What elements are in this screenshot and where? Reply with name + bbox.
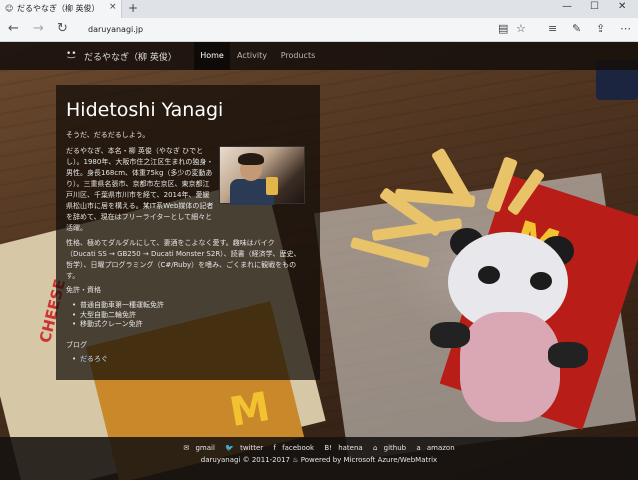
- list-item: 普通自動車第一種運転免許: [72, 301, 164, 311]
- facebook-label: facebook: [282, 444, 315, 452]
- hatena-icon: B!: [324, 444, 332, 452]
- github-link[interactable]: ⌂ github: [371, 444, 408, 452]
- profile-bio: だるやなぎ、本名・柳 英俊（やなぎ ひでとし）。1980年、大阪市住之江区生まれ…: [66, 147, 214, 232]
- gmail-label: gmail: [195, 444, 215, 452]
- amazon-icon: a: [416, 444, 421, 452]
- favicon-icon: ☺: [5, 4, 14, 13]
- profile-photo: [219, 146, 305, 205]
- page: M CHEESE M •͜• だるやなぎ（柳 英俊） Home Activity…: [0, 42, 638, 480]
- address-bar[interactable]: daruyanagi.jp: [82, 22, 522, 38]
- maximize-button[interactable]: ☐: [590, 1, 599, 12]
- nav-home[interactable]: Home: [194, 42, 230, 70]
- site-footer: ✉ gmail 🐦 twitter f facebook B! hatena ⌂…: [0, 437, 638, 480]
- twitter-link[interactable]: 🐦 twitter: [223, 444, 265, 452]
- twitter-icon: 🐦: [225, 444, 234, 452]
- blog-list: だるろぐ: [72, 355, 108, 365]
- web-note-icon[interactable]: ✎: [572, 22, 581, 36]
- facebook-icon: f: [273, 444, 276, 452]
- minimize-button[interactable]: —: [562, 1, 572, 12]
- more-icon[interactable]: ⋯: [620, 22, 631, 36]
- photo-beer-glass: [266, 177, 278, 195]
- hatena-label: hatena: [338, 444, 363, 452]
- licenses-heading: 免許・資格: [66, 286, 101, 294]
- social-links: ✉ gmail 🐦 twitter f facebook B! hatena ⌂…: [0, 444, 638, 452]
- brand-link[interactable]: だるやなぎ（柳 英俊）: [84, 50, 177, 63]
- background-m-logo: M: [226, 383, 274, 437]
- back-arrow-icon[interactable]: ←: [8, 22, 19, 36]
- hub-icon[interactable]: ≡: [548, 22, 557, 36]
- site-navbar: •͜• だるやなぎ（柳 英俊） Home Activity Products: [0, 42, 638, 70]
- photo-hair: [238, 153, 264, 165]
- refresh-icon[interactable]: ↻: [57, 22, 68, 36]
- tab-title: だるやなぎ（柳 英俊）: [17, 4, 100, 13]
- new-tab-button[interactable]: +: [128, 1, 138, 15]
- profile-name: Hidetoshi Yanagi: [66, 99, 224, 121]
- reading-view-icon[interactable]: ▤: [498, 22, 508, 36]
- panda-arm: [548, 342, 588, 368]
- share-icon[interactable]: ⇪: [596, 22, 605, 36]
- panda-eye: [478, 266, 500, 284]
- list-item: 移動式クレーン免許: [72, 320, 164, 330]
- amazon-label: amazon: [426, 444, 455, 452]
- licenses-list: 普通自動車第一種運転免許 大型自動二輪免許 移動式クレーン免許: [72, 301, 164, 330]
- panda-arm: [430, 322, 470, 348]
- forward-arrow-icon[interactable]: →: [33, 22, 44, 36]
- mail-icon: ✉: [183, 444, 190, 452]
- browser-tab[interactable]: ☺ だるやなぎ（柳 英俊） ×: [0, 0, 122, 18]
- close-tab-icon[interactable]: ×: [109, 2, 117, 12]
- github-label: github: [383, 444, 407, 452]
- facebook-link[interactable]: f facebook: [271, 444, 316, 452]
- browser-tab-bar: ☺ だるやなぎ（柳 英俊） × + — ☐ ✕: [0, 0, 638, 18]
- nav-products[interactable]: Products: [276, 42, 320, 70]
- blog-heading: ブログ: [66, 341, 87, 349]
- gmail-link[interactable]: ✉ gmail: [181, 444, 217, 452]
- profile-tagline: そうだ、だるだるしよう。: [66, 131, 150, 139]
- copyright-text: daruyanagi © 2011-2017 ♨ Powered by Micr…: [200, 456, 438, 464]
- profile-panel: Hidetoshi Yanagi そうだ、だるだるしよう。 だるやなぎ、本名・柳…: [56, 85, 320, 380]
- brand-logo-icon[interactable]: •͜•: [66, 49, 77, 59]
- blog-link[interactable]: だるろぐ: [72, 355, 108, 365]
- amazon-link[interactable]: a amazon: [414, 444, 456, 452]
- panda-body: [460, 312, 560, 422]
- hatena-link[interactable]: B! hatena: [322, 444, 364, 452]
- background-panda: [430, 228, 590, 422]
- nav-activity[interactable]: Activity: [232, 42, 272, 70]
- browser-toolbar: ← → ↻ daruyanagi.jp ▤ ☆ ≡ ✎ ⇪ ⋯: [0, 18, 638, 42]
- favorite-star-icon[interactable]: ☆: [516, 22, 526, 36]
- github-icon: ⌂: [372, 444, 378, 452]
- panda-eye: [530, 272, 552, 290]
- window-close-button[interactable]: ✕: [618, 1, 626, 12]
- twitter-label: twitter: [240, 444, 264, 452]
- profile-hobby: 性格、極めてダルダルにして、妻酒をこよなく愛す。趣味はバイク（Ducati SS…: [66, 239, 301, 280]
- list-item: 大型自動二輪免許: [72, 311, 164, 321]
